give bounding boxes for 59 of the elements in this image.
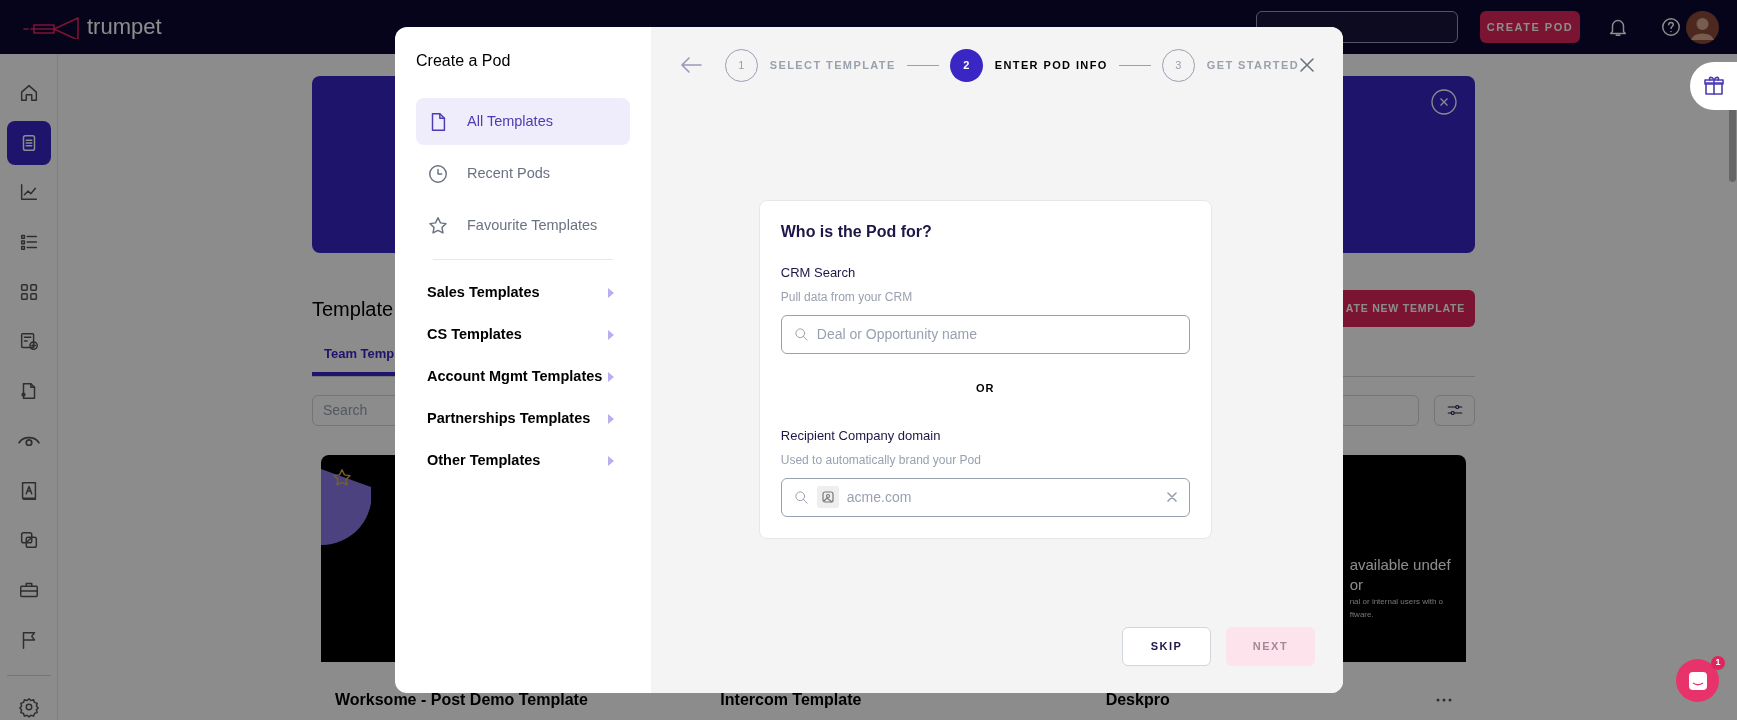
input-text[interactable]: acme.com (846, 486, 1159, 508)
category-item[interactable]: Other Templates (416, 440, 630, 482)
close-icon[interactable] (1299, 57, 1315, 73)
step-number: 2 (949, 48, 983, 82)
more-icon[interactable] (1436, 696, 1452, 703)
image-icon (816, 486, 839, 508)
category-item[interactable]: Sales Templates (416, 272, 630, 314)
preview-text: or (1349, 574, 1363, 595)
step-label: SELECT TEMPLATE (769, 57, 896, 73)
star-icon (427, 214, 449, 237)
caret-icon (607, 456, 614, 466)
skip-button[interactable]: SKIP (1122, 627, 1211, 666)
gift-tab[interactable] (1690, 62, 1737, 110)
settings-icon[interactable] (17, 695, 40, 718)
category-item[interactable]: Account Mgmt Templates (416, 356, 630, 398)
domain-field[interactable]: acme.com (780, 477, 1190, 517)
input-text[interactable]: Deal or Opportunity name (816, 323, 1177, 345)
field-hint: Pull data from your CRM (780, 288, 914, 306)
caret-icon (607, 330, 614, 340)
caret-icon (607, 372, 614, 382)
avatar-icon[interactable] (1686, 10, 1719, 44)
gift-icon (1701, 74, 1726, 98)
page-heading: Template (312, 296, 394, 322)
logo-text: trumpet (87, 16, 162, 38)
or-separator: OR (975, 380, 996, 396)
clock-icon (427, 162, 449, 185)
star-icon[interactable] (331, 466, 353, 489)
form-title: Who is the Pod for? (780, 222, 933, 242)
field-label: Recipient Company domain (780, 427, 942, 445)
card-title: Intercom Template (720, 689, 862, 710)
step-label: GET STARTED (1206, 57, 1299, 73)
clear-icon[interactable] (1166, 492, 1177, 502)
search-field[interactable]: Deal or Opportunity name (780, 314, 1190, 354)
caret-icon (607, 288, 614, 298)
category-item[interactable]: Partnerships Templates (416, 398, 630, 440)
menu-item[interactable]: Recent Pods (416, 150, 630, 197)
back-arrow-icon[interactable] (679, 56, 702, 74)
filter-button[interactable] (1434, 394, 1475, 426)
chat-icon (1687, 670, 1708, 691)
field-label: CRM Search (780, 264, 857, 282)
search-icon (793, 489, 809, 505)
nav-icon-button[interactable] (6, 120, 51, 165)
menu-item[interactable]: All Templates (416, 98, 630, 145)
step-label: ENTER POD INFO (994, 57, 1108, 73)
search-icon (793, 326, 809, 342)
preview-text: ftware. (1349, 608, 1374, 621)
dialog-title: Create a Pod (416, 51, 512, 71)
notification-badge: 1 (1711, 656, 1725, 670)
help-icon[interactable] (1660, 16, 1682, 38)
chat-button[interactable] (1676, 659, 1719, 702)
caret-icon (607, 414, 614, 424)
card-title: Worksome - Post Demo Template (335, 689, 588, 710)
category-item[interactable]: CS Templates (416, 314, 630, 356)
preview-text: available undef (1349, 554, 1451, 575)
preview-text: nal or internal users with o (1349, 595, 1444, 608)
menu-item[interactable]: Favourite Templates (416, 202, 630, 249)
card-title: Deskpro (1105, 689, 1170, 710)
field-hint: Used to automatically brand your Pod (780, 451, 982, 469)
eye-icon (17, 435, 40, 446)
